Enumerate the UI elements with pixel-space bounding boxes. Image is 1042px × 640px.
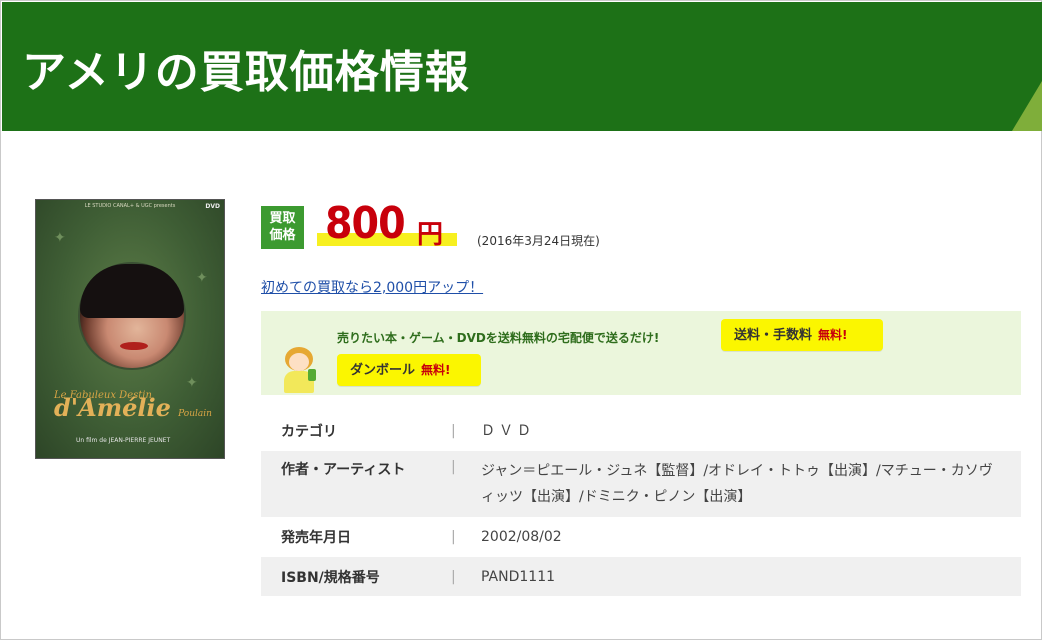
info-key-release-date: 発売年月日	[281, 530, 351, 546]
page-title: アメリの買取価格情報	[22, 47, 470, 98]
free-shipping-banner: 売りたい本・ゲーム・DVDを送料無料の宅配便で送るだけ! 送料・手数料 無料! ダ…	[261, 311, 1021, 395]
info-separator: |	[451, 423, 456, 439]
shipping-fee-label: 送料・手数料	[734, 328, 813, 343]
info-value-isbn: PAND1111	[481, 568, 556, 585]
header-corner-decoration	[1012, 81, 1042, 131]
price-date: (2016年3月24日現在)	[477, 234, 600, 248]
banner-text: 売りたい本・ゲーム・DVDを送料無料の宅配便で送るだけ!	[337, 331, 660, 345]
cover-studio-text: LE STUDIO CANAL+ & UGC presents	[84, 203, 176, 209]
table-row: カテゴリ | ＤＶＤ	[261, 411, 1021, 451]
price-unit: 円	[417, 220, 444, 250]
woman-with-phone-icon	[279, 347, 319, 393]
info-key-isbn: ISBN/規格番号	[281, 569, 380, 586]
info-key-category: カテゴリ	[281, 424, 337, 440]
cover-title-line-2: d'Amélie	[54, 393, 171, 422]
page-header: アメリの買取価格情報	[2, 2, 1042, 131]
table-row: 発売年月日 | 2002/08/02	[261, 517, 1021, 557]
price-value: 800	[325, 198, 406, 249]
table-row: ISBN/規格番号 | PAND1111	[261, 557, 1021, 596]
table-row: 作者・アーティスト | ジャン＝ピエール・ジュネ【監督】/オドレイ・トトゥ【出演…	[261, 451, 1021, 517]
shipping-fee-free: 無料!	[818, 328, 848, 342]
cover-director-credit: Un film de JEAN-PIERRE JEUNET	[76, 437, 171, 444]
info-separator: |	[451, 529, 456, 545]
cover-star-icon: ✦	[186, 375, 198, 391]
info-value-release-date: 2002/08/02	[481, 529, 562, 545]
cover-title: Le Fabuleux Destin d'Amélie Poulain	[54, 390, 212, 420]
info-value-category: ＤＶＤ	[481, 423, 535, 439]
cover-dvd-logo: DVD	[205, 203, 220, 210]
shipping-fee-free-tag: 送料・手数料 無料!	[721, 319, 883, 351]
cover-star-icon: ✦	[54, 230, 66, 246]
cover-portrait-lips	[120, 342, 148, 350]
price-badge-line-2: 価格	[269, 228, 296, 243]
product-cover-image: LE STUDIO CANAL+ & UGC presents DVD ✦ ✦ …	[35, 199, 225, 459]
cardboard-box-free-tag: ダンボール 無料!	[337, 354, 481, 386]
purchase-price-badge: 買取 価格	[261, 206, 304, 249]
cardboard-box-free: 無料!	[421, 363, 451, 377]
product-info-table: カテゴリ | ＤＶＤ 作者・アーティスト | ジャン＝ピエール・ジュネ【監督】/…	[261, 411, 1021, 596]
price-badge-line-1: 買取	[269, 211, 296, 226]
page-frame: アメリの買取価格情報 LE STUDIO CANAL+ & UGC presen…	[0, 0, 1042, 640]
cardboard-box-label: ダンボール	[350, 363, 416, 378]
info-key-artist: 作者・アーティスト	[281, 462, 406, 478]
info-separator: |	[451, 459, 456, 475]
info-separator: |	[451, 568, 456, 585]
cover-star-icon: ✦	[196, 270, 208, 286]
cover-title-line-3: Poulain	[178, 409, 212, 419]
first-purchase-bonus-link[interactable]: 初めての買取なら2,000円アップ！	[261, 277, 483, 297]
info-value-artist: ジャン＝ピエール・ジュネ【監督】/オドレイ・トトゥ【出演】/マチュー・カソヴィッ…	[481, 463, 993, 505]
cover-portrait-hair	[80, 264, 184, 318]
